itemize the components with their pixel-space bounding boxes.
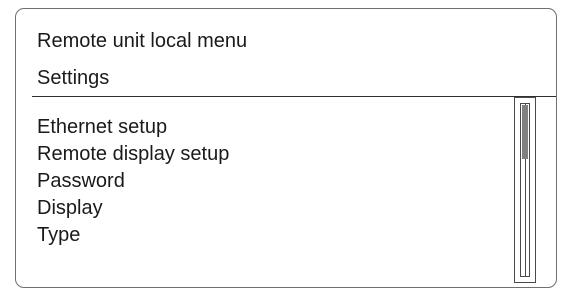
settings-menu-list: Ethernet setup Remote display setup Pass…: [37, 114, 229, 249]
menu-item-type[interactable]: Type: [37, 222, 229, 249]
menu-item-display[interactable]: Display: [37, 195, 229, 222]
scrollbar-thumb[interactable]: [522, 105, 528, 159]
menu-item-remote-display-setup[interactable]: Remote display setup: [37, 141, 229, 168]
header-divider: [32, 96, 556, 97]
menu-item-ethernet-setup[interactable]: Ethernet setup: [37, 114, 229, 141]
menu-title: Remote unit local menu: [37, 30, 248, 52]
remote-menu-panel: Remote unit local menu Settings Ethernet…: [15, 8, 557, 288]
menu-scrollbar[interactable]: [514, 97, 536, 283]
menu-item-password[interactable]: Password: [37, 168, 229, 195]
section-header-settings: Settings: [37, 67, 110, 89]
